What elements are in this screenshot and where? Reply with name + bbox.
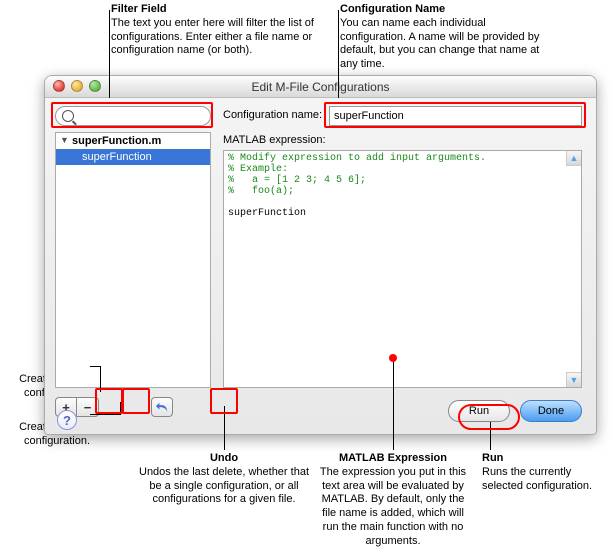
callout-run-title: Run bbox=[482, 452, 608, 466]
matlab-expression-text: % Modify expression to add input argumen… bbox=[228, 153, 563, 385]
callout-expr-desc: The expression you put in this text area… bbox=[318, 466, 468, 548]
window-titlebar: Edit M-File Configurations bbox=[45, 76, 596, 98]
zoom-icon[interactable] bbox=[89, 80, 101, 92]
tree-file-label: superFunction.m bbox=[72, 135, 161, 147]
tree-config-row[interactable]: superFunction bbox=[56, 149, 210, 165]
matlab-expression-textarea[interactable]: ▲ ▼ % Modify expression to add input arg… bbox=[223, 150, 582, 388]
callout-cfgname-title: Configuration Name bbox=[340, 3, 550, 17]
filter-input[interactable] bbox=[78, 110, 204, 122]
help-icon: ? bbox=[63, 413, 71, 428]
tree-file-row[interactable]: superFunction.m bbox=[56, 133, 210, 149]
callout-run-desc: Runs the currently selected configuratio… bbox=[482, 466, 608, 494]
matlab-expression-label: MATLAB expression: bbox=[223, 134, 326, 146]
callout-cfgname-desc: You can name each individual configurati… bbox=[340, 17, 550, 72]
configuration-name-label: Configuration name: bbox=[223, 109, 322, 121]
run-button-label: Run bbox=[469, 405, 489, 417]
callout-expr-title: MATLAB Expression bbox=[318, 452, 468, 466]
help-button[interactable]: ? bbox=[57, 410, 77, 430]
edit-configurations-window: Edit M-File Configurations superFunction… bbox=[44, 75, 597, 435]
tree-config-label: superFunction bbox=[82, 151, 152, 163]
window-title: Edit M-File Configurations bbox=[251, 80, 389, 94]
callout-filter-desc: The text you enter here will filter the … bbox=[111, 17, 323, 58]
minimize-icon[interactable] bbox=[71, 80, 83, 92]
done-button-label: Done bbox=[538, 405, 564, 417]
done-button[interactable]: Done bbox=[520, 400, 582, 422]
callout-filter-title: Filter Field bbox=[111, 3, 323, 17]
filter-field[interactable] bbox=[55, 106, 211, 126]
undo-icon bbox=[155, 401, 169, 413]
tree-toolbar: + − bbox=[55, 394, 211, 420]
callout-undo-title: Undo bbox=[134, 452, 314, 466]
scroll-up-icon[interactable]: ▲ bbox=[566, 151, 581, 166]
undo-button[interactable] bbox=[151, 397, 173, 417]
callout-undo-desc: Undos the last delete, whether that be a… bbox=[134, 466, 314, 507]
scroll-down-icon[interactable]: ▼ bbox=[566, 372, 581, 387]
minus-icon: − bbox=[84, 400, 92, 415]
search-icon bbox=[62, 110, 74, 122]
configuration-name-input[interactable] bbox=[329, 106, 582, 126]
close-icon[interactable] bbox=[53, 80, 65, 92]
run-button[interactable]: Run bbox=[448, 400, 510, 422]
configuration-tree[interactable]: superFunction.m superFunction bbox=[55, 132, 211, 388]
